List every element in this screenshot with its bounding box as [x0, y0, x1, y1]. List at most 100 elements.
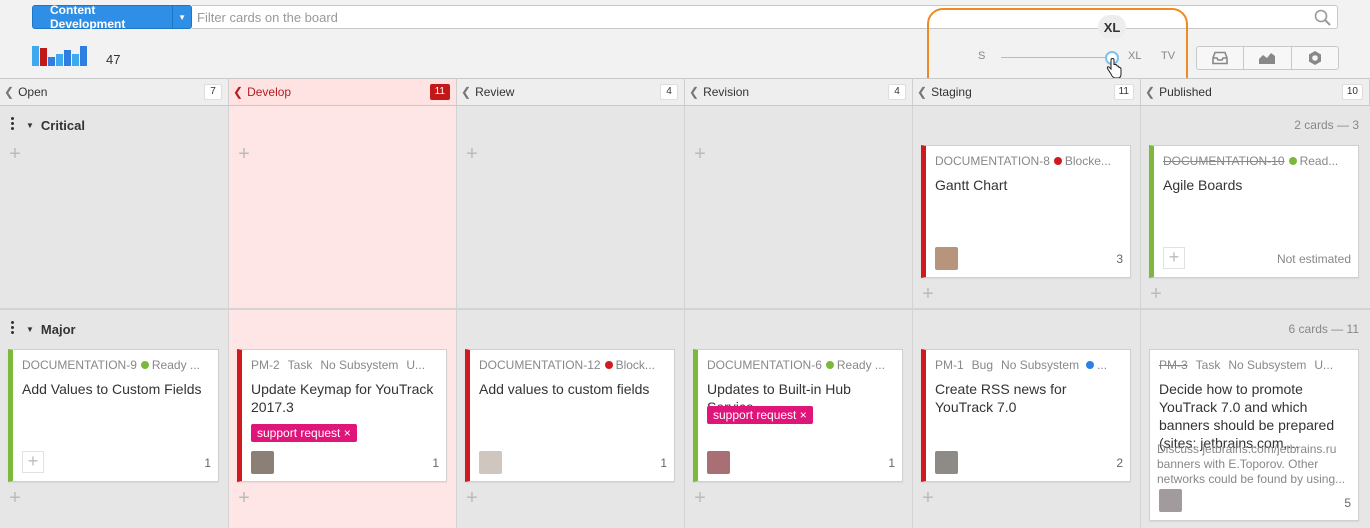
column-count: 4	[660, 84, 678, 100]
column-count: 7	[204, 84, 222, 100]
card-header: DOCUMENTATION-8 Blocke...	[935, 154, 1122, 168]
swimlane-header-critical[interactable]: ▼ Critical 2 cards — 3	[0, 106, 1370, 144]
sparkline-bar	[72, 54, 79, 66]
card-title[interactable]: Update Keymap for YouTrack 2017.3	[251, 380, 438, 416]
column-header-staging[interactable]: ❮ Staging 11	[913, 78, 1141, 106]
chevron-down-icon[interactable]: ▼	[172, 6, 191, 28]
card-documentation-10[interactable]: DOCUMENTATION-10 Read... Agile Boards + N…	[1149, 145, 1359, 278]
avatar[interactable]	[251, 451, 274, 474]
add-icon[interactable]: +	[921, 488, 935, 508]
card-type[interactable]: Task	[288, 358, 313, 372]
avatar[interactable]	[707, 451, 730, 474]
card-subsystem[interactable]: No Subsystem	[320, 358, 398, 372]
column-header-open[interactable]: ❮ Open 7	[0, 78, 229, 106]
swimlane-header-major[interactable]: ▼ Major 6 cards — 11	[0, 310, 1370, 348]
card-type[interactable]: Task	[1196, 358, 1221, 372]
inbox-icon[interactable]	[1197, 47, 1245, 69]
card-pm-2[interactable]: PM-2 Task No Subsystem U... Update Keymap f…	[237, 349, 447, 482]
avatar[interactable]	[479, 451, 502, 474]
tag-support-request[interactable]: support request ×	[707, 406, 813, 424]
card-id[interactable]: DOCUMENTATION-9	[22, 358, 137, 372]
card-header: DOCUMENTATION-6 Ready ...	[707, 358, 894, 372]
add-icon[interactable]: +	[693, 488, 707, 508]
collapse-icon[interactable]: ❮	[1145, 85, 1155, 99]
collapse-triangle-icon[interactable]: ▼	[26, 325, 34, 334]
card-id[interactable]: PM-2	[251, 358, 280, 372]
add-icon[interactable]: +	[465, 488, 479, 508]
card-comment-count: 1	[888, 456, 895, 470]
add-icon[interactable]: +	[237, 488, 251, 508]
column-header-revision[interactable]: ❮ Revision 4	[685, 78, 913, 106]
collapse-icon[interactable]: ❮	[917, 85, 927, 99]
card-pm-3[interactable]: PM-3 Task No Subsystem U... Decide how to p…	[1149, 349, 1359, 521]
swimlane-info: 6 cards — 11	[1288, 322, 1359, 336]
card-id[interactable]: DOCUMENTATION-12	[479, 358, 601, 372]
sparkline-bar	[56, 54, 63, 66]
card-title[interactable]: Add Values to Custom Fields	[22, 380, 210, 398]
state-dot	[1288, 157, 1297, 165]
add-assignee-button[interactable]: +	[1163, 247, 1185, 269]
card-description: Discuss jetbrains.com/jetbrains.ru banne…	[1157, 442, 1346, 486]
collapse-icon[interactable]: ❮	[233, 85, 243, 99]
card-documentation-6[interactable]: DOCUMENTATION-6 Ready ... Updates to Buil…	[693, 349, 903, 482]
card-title[interactable]: Create RSS news for YouTrack 7.0	[935, 380, 1122, 416]
card-state[interactable]: Blocke...	[1065, 154, 1111, 168]
more-icon[interactable]	[11, 117, 14, 133]
card-comment-count: 3	[1116, 252, 1123, 266]
project-selector-button[interactable]: Content Development ▼	[32, 3, 192, 31]
add-icon[interactable]: +	[921, 284, 935, 304]
card-subsystem[interactable]: No Subsystem	[1001, 358, 1079, 372]
card-documentation-8[interactable]: DOCUMENTATION-8 Blocke... Gantt Chart 3	[921, 145, 1131, 278]
avatar[interactable]	[1159, 489, 1182, 512]
cumulative-sparkline[interactable]	[32, 46, 87, 66]
add-icon[interactable]: +	[1149, 284, 1163, 304]
card-documentation-12[interactable]: DOCUMENTATION-12 Block... Add values to c…	[465, 349, 675, 482]
card-subsystem[interactable]: No Subsystem	[1228, 358, 1306, 372]
card-extra-field[interactable]: U...	[1314, 358, 1333, 372]
card-id[interactable]: PM-1	[935, 358, 964, 372]
collapse-icon[interactable]: ❮	[4, 85, 14, 99]
card-id[interactable]: DOCUMENTATION-8	[935, 154, 1050, 168]
add-icon[interactable]: +	[237, 144, 251, 164]
add-icon[interactable]: +	[465, 144, 479, 164]
avatar[interactable]	[935, 451, 958, 474]
card-documentation-9[interactable]: DOCUMENTATION-9 Ready ... Add Values to C…	[8, 349, 219, 482]
more-icon[interactable]	[11, 321, 14, 337]
chart-icon[interactable]	[1244, 47, 1292, 69]
card-header: DOCUMENTATION-9 Ready ...	[22, 358, 210, 372]
swimlane-info: 2 cards — 3	[1294, 118, 1359, 132]
add-icon[interactable]: +	[693, 144, 707, 164]
add-icon[interactable]: +	[8, 488, 22, 508]
card-id[interactable]: PM-3	[1159, 358, 1188, 372]
card-estimate: Not estimated	[1276, 252, 1351, 266]
card-state[interactable]: Ready ...	[152, 358, 200, 372]
card-state[interactable]: Read...	[1300, 154, 1339, 168]
project-label: Content Development	[50, 3, 126, 31]
card-extra-field[interactable]: U...	[406, 358, 425, 372]
settings-icon[interactable]	[1292, 47, 1338, 69]
state-dot	[604, 361, 613, 369]
add-assignee-button[interactable]: +	[22, 451, 44, 473]
card-type[interactable]: Bug	[972, 358, 993, 372]
card-id[interactable]: DOCUMENTATION-6	[707, 358, 822, 372]
sparkline-bar	[48, 57, 55, 66]
avatar[interactable]	[935, 247, 958, 270]
collapse-icon[interactable]: ❮	[689, 85, 699, 99]
collapse-triangle-icon[interactable]: ▼	[26, 121, 34, 130]
column-name: Revision	[703, 85, 750, 99]
card-title[interactable]: Add values to custom fields	[479, 380, 666, 398]
add-icon[interactable]: +	[8, 144, 22, 164]
card-id[interactable]: DOCUMENTATION-10	[1163, 154, 1285, 168]
column-header-review[interactable]: ❮ Review 4	[457, 78, 685, 106]
collapse-icon[interactable]: ❮	[461, 85, 471, 99]
card-title[interactable]: Agile Boards	[1163, 176, 1350, 194]
card-extra-field[interactable]: ...	[1097, 358, 1107, 372]
tag-support-request[interactable]: support request ×	[251, 424, 357, 442]
card-pm-1[interactable]: PM-1 Bug No Subsystem... Create RSS news f…	[921, 349, 1131, 482]
column-header-published[interactable]: ❮ Published 10	[1141, 78, 1370, 106]
card-state[interactable]: Block...	[616, 358, 655, 372]
card-state[interactable]: Ready ...	[837, 358, 885, 372]
card-title[interactable]: Gantt Chart	[935, 176, 1122, 194]
column-header-develop[interactable]: ❮ Develop 11	[229, 78, 457, 106]
search-icon[interactable]	[1314, 9, 1331, 29]
